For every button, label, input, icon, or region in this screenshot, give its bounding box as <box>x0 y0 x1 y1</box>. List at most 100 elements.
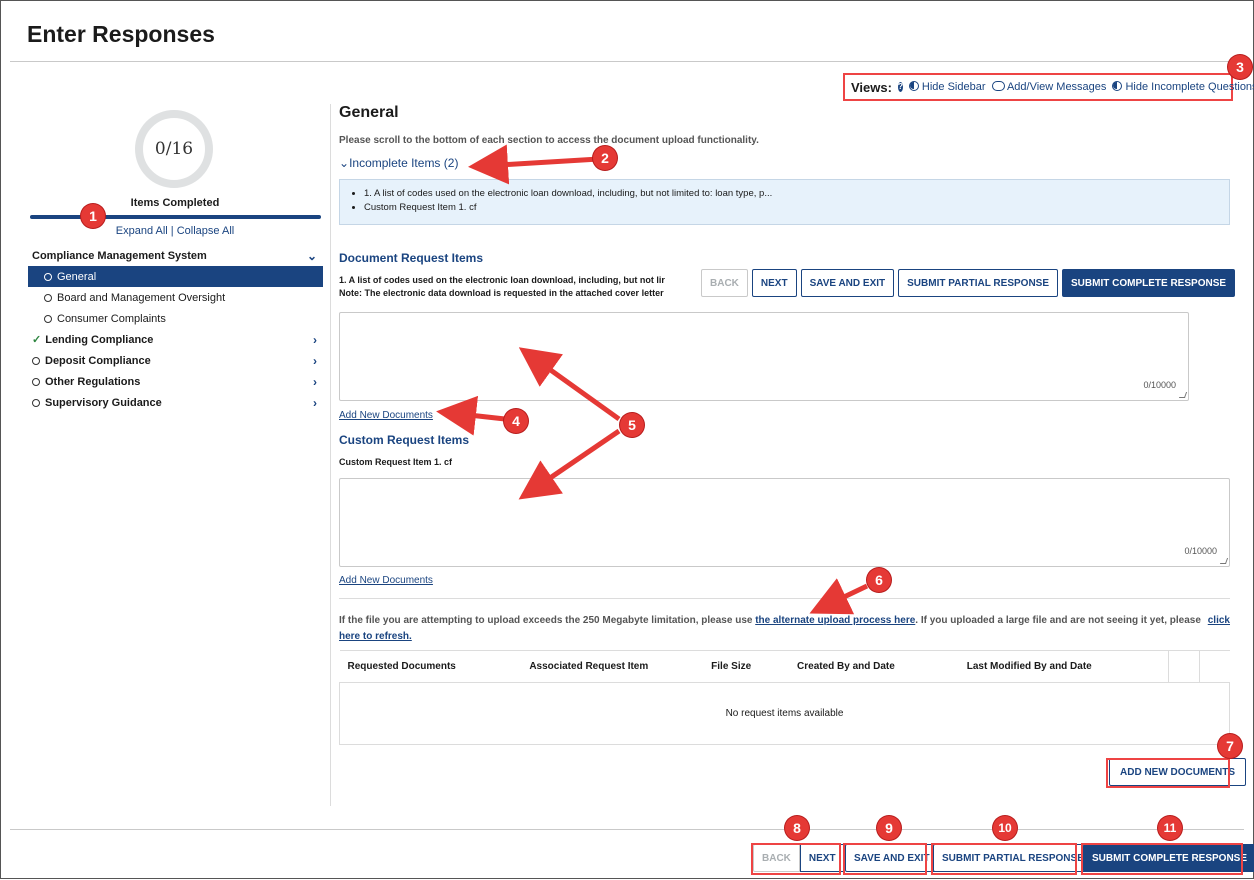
chevron-right-icon: › <box>313 374 317 389</box>
add-new-documents-link[interactable]: Add New Documents <box>339 575 433 586</box>
table-header-row: Requested Documents Associated Request I… <box>339 650 1230 683</box>
submit-complete-button[interactable]: SUBMIT COMPLETE RESPONSE <box>1062 269 1236 297</box>
incomplete-items-list: 1. A list of codes used on the electroni… <box>339 179 1230 225</box>
annotation-marker: 3 <box>1228 55 1252 79</box>
empty-table-message: No request items available <box>339 682 1230 745</box>
sidebar-item-label: Lending Compliance <box>45 333 154 346</box>
sidebar-item-label: General <box>57 270 97 283</box>
column-header[interactable]: Last Modified By and Date <box>958 650 1170 683</box>
document-request-item-line: 1. A list of codes used on the electroni… <box>339 275 665 285</box>
annotation-box <box>751 843 841 875</box>
add-view-messages-label: Add/View Messages <box>1006 81 1107 93</box>
char-counter: 0/10000 <box>1143 380 1176 390</box>
sidebar-item-label: Compliance Management System <box>32 249 207 262</box>
save-and-exit-button[interactable]: SAVE AND EXIT <box>800 269 895 297</box>
footer-divider <box>10 829 1244 830</box>
incomplete-items-toggle[interactable]: ⌄Incomplete Items (2) <box>339 156 458 170</box>
document-request-item-text: 1. A list of codes used on the electroni… <box>339 274 697 300</box>
sidebar-item-other-regulations[interactable]: Other Regulations › <box>28 371 323 392</box>
upload-note-text: . If you uploaded a large file and are n… <box>915 615 1201 626</box>
circle-icon <box>32 377 40 386</box>
sidebar-item-deposit-compliance[interactable]: Deposit Compliance › <box>28 350 323 371</box>
annotation-marker: 10 <box>993 816 1017 840</box>
toggle-on-icon <box>908 81 919 91</box>
sidebar-item-consumer-complaints[interactable]: Consumer Complaints <box>28 308 323 329</box>
annotation-marker: 1 <box>81 204 105 228</box>
sidebar-item-general[interactable]: General <box>28 266 323 287</box>
sidebar-item-label: Deposit Compliance <box>45 354 151 367</box>
hide-incomplete-label: Hide Incomplete Questions <box>1125 81 1254 93</box>
column-header-empty <box>1199 650 1230 683</box>
circle-icon <box>32 356 40 365</box>
custom-response-textarea[interactable]: 0/10000 <box>339 478 1230 567</box>
alternate-upload-link[interactable]: the alternate upload process here <box>755 615 915 626</box>
sidebar-item-label: Board and Management Oversight <box>57 291 226 304</box>
add-view-messages-toggle[interactable]: Add/View Messages <box>991 81 1107 93</box>
char-counter: 0/10000 <box>1184 546 1217 556</box>
chevron-down-icon: ⌄ <box>339 156 350 170</box>
custom-request-heading: Custom Request Items <box>339 433 470 447</box>
incomplete-item[interactable]: Custom Request Item 1. cf <box>364 201 1229 215</box>
sidebar-item-label: Supervisory Guidance <box>45 396 162 409</box>
page-title: Enter Responses <box>27 21 215 47</box>
annotation-marker: 2 <box>593 146 617 170</box>
resize-grip-icon[interactable] <box>1219 558 1229 564</box>
sidebar-nav: Compliance Management System ⌄ General B… <box>28 245 323 413</box>
column-header[interactable]: File Size <box>703 650 790 683</box>
column-header[interactable]: Associated Request Item <box>521 650 704 683</box>
sidebar-progress-bar <box>30 215 321 219</box>
add-new-documents-link[interactable]: Add New Documents <box>339 410 433 421</box>
refresh-link-part2[interactable]: here to refresh. <box>339 631 412 642</box>
column-header[interactable]: Requested Documents <box>339 650 522 683</box>
sidebar-item-supervisory-guidance[interactable]: Supervisory Guidance › <box>28 392 323 413</box>
annotation-box <box>1106 758 1230 788</box>
resize-grip-icon[interactable] <box>1178 392 1188 398</box>
sidebar-item-lending-compliance[interactable]: ✓ Lending Compliance › <box>28 329 323 350</box>
next-button[interactable]: NEXT <box>751 269 797 297</box>
hide-sidebar-toggle[interactable]: Hide Sidebar <box>908 81 986 93</box>
help-icon[interactable]: ? <box>897 82 903 92</box>
chevron-right-icon: › <box>313 353 317 368</box>
circle-icon <box>44 293 52 302</box>
scroll-note: Please scroll to the bottom of each sect… <box>339 135 759 146</box>
sidebar-item-compliance-management-system[interactable]: Compliance Management System ⌄ <box>28 245 323 266</box>
hide-sidebar-label: Hide Sidebar <box>921 81 986 93</box>
upload-note-text: If the file you are attempting to upload… <box>339 615 756 626</box>
annotation-marker: 6 <box>867 568 891 592</box>
incomplete-item[interactable]: 1. A list of codes used on the electroni… <box>364 187 1229 201</box>
sidebar-item-label: Other Regulations <box>45 375 141 388</box>
chevron-right-icon: › <box>313 395 317 410</box>
section-title: General <box>339 104 399 121</box>
annotation-box <box>931 843 1077 875</box>
circle-icon <box>44 272 52 281</box>
annotation-marker: 4 <box>504 409 528 433</box>
check-icon: ✓ <box>32 334 42 346</box>
progress-count: 0/16 <box>154 139 194 159</box>
circle-icon <box>44 314 52 323</box>
column-header[interactable]: Created By and Date <box>789 650 959 683</box>
inline-action-buttons: BACK NEXT SAVE AND EXIT SUBMIT PARTIAL R… <box>701 269 1236 297</box>
page-frame: Enter Responses Views: ? Hide Sidebar Ad… <box>0 0 1254 879</box>
back-button[interactable]: BACK <box>701 269 748 297</box>
title-divider <box>10 61 1244 62</box>
incomplete-items-label: Incomplete Items (2) <box>349 156 459 170</box>
column-header-empty <box>1168 650 1200 683</box>
document-request-heading: Document Request Items <box>339 251 484 265</box>
annotation-box <box>1081 843 1243 875</box>
collapse-all-link[interactable]: Collapse All <box>177 225 234 237</box>
upload-note: If the file you are attempting to upload… <box>339 613 1230 645</box>
document-request-item-note: Note: The electronic data download is re… <box>339 288 664 298</box>
refresh-link-part1[interactable]: click <box>1208 613 1230 629</box>
circle-icon <box>32 398 40 407</box>
annotation-box <box>843 843 927 875</box>
sidebar-item-board-oversight[interactable]: Board and Management Oversight <box>28 287 323 308</box>
expand-all-link[interactable]: Expand All <box>116 225 168 237</box>
document-response-textarea[interactable]: 0/10000 <box>339 312 1189 401</box>
submit-partial-button[interactable]: SUBMIT PARTIAL RESPONSE <box>898 269 1059 297</box>
table-row: No request items available <box>339 682 1230 745</box>
hide-incomplete-toggle[interactable]: Hide Incomplete Questions <box>1112 81 1254 93</box>
sidebar-divider <box>330 104 331 806</box>
custom-request-item-label: Custom Request Item 1. cf <box>339 457 453 467</box>
chevron-right-icon: › <box>313 332 317 347</box>
items-completed-label: Items Completed <box>130 197 220 209</box>
